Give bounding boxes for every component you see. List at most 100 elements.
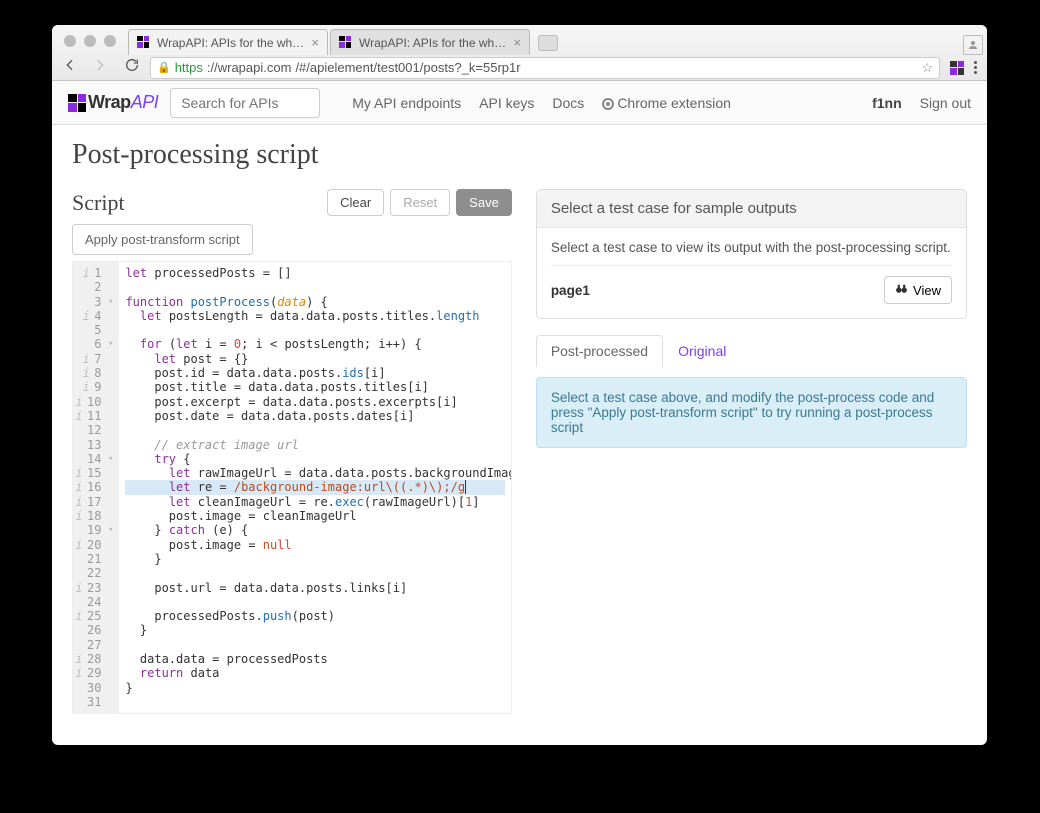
testcase-panel: Select a test case for sample outputs Se… xyxy=(536,189,967,319)
code-line[interactable]: } catch (e) { xyxy=(125,523,504,537)
username[interactable]: f1nn xyxy=(872,95,902,111)
url-path: /#/apielement/test001/posts?_k=55rp1r xyxy=(295,60,520,75)
code-line[interactable]: } xyxy=(125,552,504,566)
editor-code[interactable]: let processedPosts = [] function postPro… xyxy=(119,262,510,713)
gutter-line: 13 xyxy=(75,438,113,452)
nav-docs[interactable]: Docs xyxy=(552,95,584,111)
code-line[interactable]: let post = {} xyxy=(125,352,504,366)
code-line[interactable]: processedPosts.push(post) xyxy=(125,609,504,623)
nav-api-keys[interactable]: API keys xyxy=(479,95,534,111)
favicon-icon xyxy=(339,36,353,50)
close-window-icon[interactable] xyxy=(64,35,76,47)
code-line[interactable] xyxy=(125,595,504,609)
browser-chrome: WrapAPI: APIs for the whole w × WrapAPI:… xyxy=(52,25,987,81)
code-line[interactable]: return data xyxy=(125,666,504,680)
app-header: WrapAPI My API endpoints API keys Docs C… xyxy=(52,81,987,125)
code-line[interactable]: function postProcess(data) { xyxy=(125,295,504,309)
tab-title: WrapAPI: APIs for the whole w xyxy=(359,36,507,50)
code-line[interactable]: post.date = data.data.posts.dates[i] xyxy=(125,409,504,423)
chrome-icon xyxy=(602,98,614,110)
address-bar[interactable]: 🔒 https://wrapapi.com/#/apielement/test0… xyxy=(150,57,940,79)
code-line[interactable]: // extract image url xyxy=(125,438,504,452)
maximize-window-icon[interactable] xyxy=(104,35,116,47)
code-line[interactable]: post.url = data.data.posts.links[i] xyxy=(125,581,504,595)
new-tab-button[interactable] xyxy=(538,35,558,51)
gutter-line: i4 xyxy=(75,309,113,323)
apply-transform-button[interactable]: Apply post-transform script xyxy=(72,224,253,255)
bookmark-star-icon[interactable]: ☆ xyxy=(921,60,933,76)
code-line[interactable]: post.id = data.data.posts.ids[i] xyxy=(125,366,504,380)
gutter-line: 14▾ xyxy=(75,452,113,466)
clear-button[interactable]: Clear xyxy=(327,189,384,216)
lock-icon: 🔒 xyxy=(157,61,171,74)
logo[interactable]: WrapAPI xyxy=(68,92,158,113)
gutter-line: i16 xyxy=(75,480,113,494)
gutter-line: i8 xyxy=(75,366,113,380)
gutter-line: i11 xyxy=(75,409,113,423)
tab-title: WrapAPI: APIs for the whole w xyxy=(157,36,305,50)
gutter-line: 2 xyxy=(75,280,113,294)
code-line[interactable] xyxy=(125,423,504,437)
close-tab-icon[interactable]: × xyxy=(311,35,319,50)
browser-window: WrapAPI: APIs for the whole w × WrapAPI:… xyxy=(52,25,987,745)
two-column-layout: Script Clear Reset Save Apply post-trans… xyxy=(72,189,967,714)
close-tab-icon[interactable]: × xyxy=(513,35,521,50)
gutter-line: 24 xyxy=(75,595,113,609)
gutter-line: i10 xyxy=(75,395,113,409)
gutter-line: 30 xyxy=(75,681,113,695)
sign-out-link[interactable]: Sign out xyxy=(920,95,971,111)
code-line[interactable]: let cleanImageUrl = re.exec(rawImageUrl)… xyxy=(125,495,504,509)
browser-tabs: WrapAPI: APIs for the whole w × WrapAPI:… xyxy=(52,25,987,55)
gutter-line: i28 xyxy=(75,652,113,666)
code-line[interactable]: post.image = null xyxy=(125,538,504,552)
script-header: Script Clear Reset Save xyxy=(72,189,512,216)
browser-tab-inactive[interactable]: WrapAPI: APIs for the whole w × xyxy=(330,29,530,55)
wrapapi-extension-icon[interactable] xyxy=(950,61,964,75)
code-line[interactable]: post.title = data.data.posts.titles[i] xyxy=(125,380,504,394)
output-tabs: Post-processed Original xyxy=(536,335,967,367)
gutter-line: i15 xyxy=(75,466,113,480)
forward-icon[interactable] xyxy=(92,57,108,78)
page-title: Post-processing script xyxy=(72,139,967,171)
code-line[interactable] xyxy=(125,638,504,652)
search-input[interactable] xyxy=(170,88,320,118)
logo-text-b: API xyxy=(131,92,159,112)
gutter-line: i25 xyxy=(75,609,113,623)
code-line[interactable]: post.excerpt = data.data.posts.excerpts[… xyxy=(125,395,504,409)
code-line[interactable] xyxy=(125,566,504,580)
main-nav: My API endpoints API keys Docs Chrome ex… xyxy=(352,95,731,111)
binoculars-icon xyxy=(895,282,908,298)
menu-icon[interactable] xyxy=(974,61,977,74)
code-line[interactable]: let postsLength = data.data.posts.titles… xyxy=(125,309,504,323)
save-button[interactable]: Save xyxy=(456,189,512,216)
code-line[interactable]: data.data = processedPosts xyxy=(125,652,504,666)
output-column: Select a test case for sample outputs Se… xyxy=(536,189,967,714)
user-nav: f1nn Sign out xyxy=(872,95,971,111)
code-line[interactable]: post.image = cleanImageUrl xyxy=(125,509,504,523)
nav-chrome-extension[interactable]: Chrome extension xyxy=(602,95,731,111)
code-line[interactable] xyxy=(125,323,504,337)
reset-button[interactable]: Reset xyxy=(390,189,450,216)
back-icon[interactable] xyxy=(62,57,78,78)
code-line[interactable]: for (let i = 0; i < postsLength; i++) { xyxy=(125,337,504,351)
tab-original[interactable]: Original xyxy=(663,335,741,367)
minimize-window-icon[interactable] xyxy=(84,35,96,47)
code-editor[interactable]: i123▾i456▾i7i8i9i10i11121314▾i15i16i17i1… xyxy=(72,261,512,714)
view-button[interactable]: View xyxy=(884,276,952,304)
nav-my-endpoints[interactable]: My API endpoints xyxy=(352,95,461,111)
code-line[interactable] xyxy=(125,280,504,294)
browser-tab-active[interactable]: WrapAPI: APIs for the whole w × xyxy=(128,29,328,55)
code-line[interactable]: try { xyxy=(125,452,504,466)
testcase-name: page1 xyxy=(551,283,590,298)
code-line[interactable]: let re = /background-image:url\((.*)\);/… xyxy=(125,480,504,494)
code-line[interactable]: let processedPosts = [] xyxy=(125,266,504,280)
tab-post-processed[interactable]: Post-processed xyxy=(536,335,663,367)
gutter-line: 27 xyxy=(75,638,113,652)
code-line[interactable]: let rawImageUrl = data.data.posts.backgr… xyxy=(125,466,504,480)
code-line[interactable]: } xyxy=(125,623,504,637)
code-line[interactable]: } xyxy=(125,681,504,695)
code-line[interactable] xyxy=(125,695,504,709)
info-message: Select a test case above, and modify the… xyxy=(536,377,967,448)
profile-icon[interactable] xyxy=(963,35,983,55)
reload-icon[interactable] xyxy=(124,57,140,78)
